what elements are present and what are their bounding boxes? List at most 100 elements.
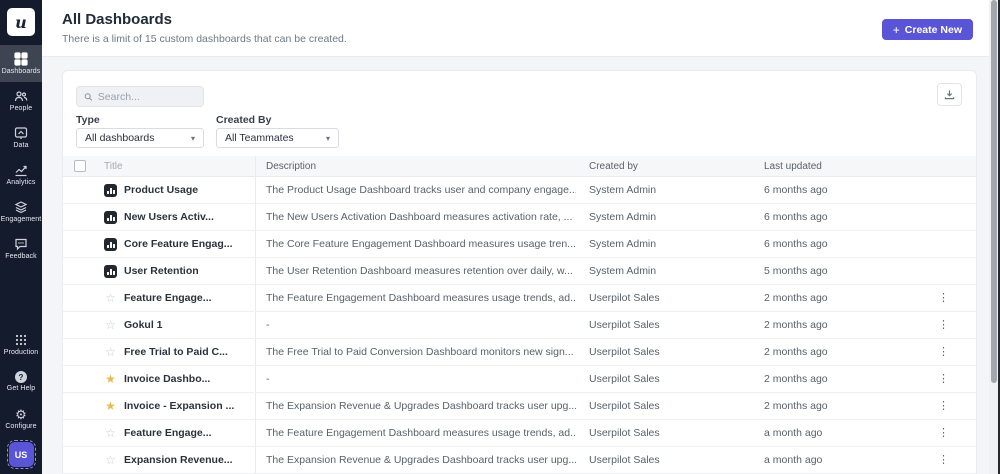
- created-by-value: System Admin: [576, 265, 751, 277]
- row-menu-kebab-icon[interactable]: ⋮: [934, 399, 953, 414]
- last-updated-value: 2 months ago: [751, 373, 926, 385]
- dashboard-description: The Product Usage Dashboard tracks user …: [256, 184, 576, 196]
- dashboard-title[interactable]: New Users Activ...: [124, 211, 214, 223]
- column-header-title: Title: [96, 156, 256, 176]
- dashboard-title[interactable]: Invoice Dashbo...: [124, 373, 210, 385]
- dashboard-title[interactable]: Product Usage: [124, 184, 198, 196]
- search-box[interactable]: [76, 86, 204, 107]
- system-dashboard-icon: [104, 238, 117, 251]
- dashboard-title[interactable]: Expansion Revenue...: [124, 454, 233, 466]
- table-row[interactable]: ☆ ★ Invoice Dashbo... - Userpilot Sales …: [63, 366, 976, 393]
- chevron-down-icon: ▾: [326, 134, 330, 143]
- last-updated-value: 2 months ago: [751, 400, 926, 412]
- sidebar-item-configure[interactable]: ⚙ Configure: [0, 400, 42, 437]
- created-by-value: Userpilot Sales: [576, 400, 751, 412]
- created-by-filter-value: All Teammates: [225, 132, 294, 144]
- table-row[interactable]: ☆ ★ Feature Engage... The Feature Engage…: [63, 420, 976, 447]
- sidebar-item-production[interactable]: Production: [0, 326, 42, 363]
- userpilot-logo[interactable]: u: [7, 8, 35, 36]
- user-avatar[interactable]: US: [9, 442, 34, 467]
- plus-icon: +: [893, 23, 900, 37]
- dashboard-description: The Core Feature Engagement Dashboard me…: [256, 238, 576, 250]
- export-button[interactable]: [937, 83, 962, 106]
- dashboard-description: The Expansion Revenue & Upgrades Dashboa…: [256, 454, 576, 466]
- type-filter-value: All dashboards: [85, 132, 154, 144]
- star-outline-icon[interactable]: ☆: [104, 346, 117, 359]
- last-updated-value: 6 months ago: [751, 211, 926, 223]
- dashboard-description: The Free Trial to Paid Conversion Dashbo…: [256, 346, 576, 358]
- sidebar-item-feedback[interactable]: Feedback: [0, 230, 42, 267]
- analytics-icon: [14, 163, 28, 177]
- dashboard-title[interactable]: User Retention: [124, 265, 199, 277]
- row-menu-kebab-icon[interactable]: ⋮: [934, 372, 953, 387]
- column-header-created-by: Created by: [576, 161, 751, 172]
- created-by-value: Userpilot Sales: [576, 454, 751, 466]
- sidebar-label: Data: [13, 142, 28, 149]
- last-updated-value: 6 months ago: [751, 238, 926, 250]
- row-menu-kebab-icon[interactable]: ⋮: [934, 345, 953, 360]
- created-by-value: Userpilot Sales: [576, 319, 751, 331]
- gear-icon: ⚙: [15, 408, 27, 421]
- dashboard-title[interactable]: Feature Engage...: [124, 427, 212, 439]
- table-row[interactable]: ☆ ★ Core Feature Engag... The Core Featu…: [63, 231, 976, 258]
- sidebar-label: Get Help: [7, 385, 35, 392]
- star-filled-icon[interactable]: ★: [104, 373, 117, 386]
- page-title: All Dashboards: [62, 11, 172, 28]
- select-all-checkbox[interactable]: [74, 160, 86, 172]
- star-filled-icon[interactable]: ★: [104, 400, 117, 413]
- table-row[interactable]: ☆ ★ User Retention The User Retention Da…: [63, 258, 976, 285]
- search-input[interactable]: [98, 91, 196, 103]
- dashboard-title[interactable]: Invoice - Expansion ...: [124, 400, 234, 412]
- dashboards-icon: [14, 52, 28, 66]
- table-row[interactable]: ☆ ★ Free Trial to Paid C... The Free Tri…: [63, 339, 976, 366]
- star-outline-icon[interactable]: ☆: [104, 319, 117, 332]
- table-row[interactable]: ☆ ★ Feature Engage... The Feature Engage…: [63, 285, 976, 312]
- sidebar-label: Analytics: [7, 179, 36, 186]
- sidebar-label: Engagement: [1, 216, 42, 223]
- dashboard-title[interactable]: Free Trial to Paid C...: [124, 346, 228, 358]
- created-by-value: Userpilot Sales: [576, 346, 751, 358]
- dashboard-description: The Expansion Revenue & Upgrades Dashboa…: [256, 400, 576, 412]
- created-by-value: Userpilot Sales: [576, 427, 751, 439]
- data-icon: [14, 126, 28, 140]
- type-filter-select[interactable]: All dashboards ▾: [76, 128, 204, 148]
- sidebar-item-people[interactable]: People: [0, 82, 42, 119]
- download-icon: [944, 89, 955, 100]
- sidebar-item-analytics[interactable]: Analytics: [0, 156, 42, 193]
- star-outline-icon[interactable]: ☆: [104, 292, 117, 305]
- vertical-scrollbar-thumb[interactable]: [991, 0, 997, 383]
- dashboard-description: The Feature Engagement Dashboard measure…: [256, 292, 576, 304]
- sidebar-item-data[interactable]: Data: [0, 119, 42, 156]
- dashboard-title[interactable]: Gokul 1: [124, 319, 163, 331]
- dashboard-title[interactable]: Core Feature Engag...: [124, 238, 233, 250]
- dashboard-description: -: [256, 373, 576, 385]
- created-by-value: System Admin: [576, 238, 751, 250]
- dashboard-title[interactable]: Feature Engage...: [124, 292, 212, 304]
- table-row[interactable]: ☆ ★ Expansion Revenue... The Expansion R…: [63, 447, 976, 474]
- created-by-value: System Admin: [576, 211, 751, 223]
- create-new-button[interactable]: + Create New: [882, 19, 973, 40]
- system-dashboard-icon: [104, 184, 117, 197]
- sidebar: u Dashboards People Data Analytics: [0, 0, 42, 474]
- row-menu-kebab-icon[interactable]: ⋮: [934, 426, 953, 441]
- created-by-filter-select[interactable]: All Teammates ▾: [216, 128, 339, 148]
- star-outline-icon[interactable]: ☆: [104, 454, 117, 467]
- sidebar-item-dashboards[interactable]: Dashboards: [0, 45, 42, 82]
- table-row[interactable]: ☆ ★ New Users Activ... The New Users Act…: [63, 204, 976, 231]
- table-row[interactable]: ☆ ★ Product Usage The Product Usage Dash…: [63, 177, 976, 204]
- engagement-icon: [14, 200, 28, 214]
- sidebar-label: Configure: [5, 423, 36, 430]
- row-menu-kebab-icon[interactable]: ⋮: [934, 291, 953, 306]
- sidebar-item-get-help[interactable]: ? Get Help: [0, 363, 42, 400]
- star-outline-icon[interactable]: ☆: [104, 427, 117, 440]
- table-row[interactable]: ☆ ★ Gokul 1 - Userpilot Sales 2 months a…: [63, 312, 976, 339]
- last-updated-value: a month ago: [751, 454, 926, 466]
- created-by-filter-label: Created By: [216, 114, 271, 126]
- row-menu-kebab-icon[interactable]: ⋮: [934, 318, 953, 333]
- sidebar-label: Production: [4, 349, 38, 356]
- vertical-scrollbar-track[interactable]: [989, 0, 998, 474]
- help-icon: ?: [15, 371, 27, 383]
- sidebar-item-engagement[interactable]: Engagement: [0, 193, 42, 230]
- table-row[interactable]: ☆ ★ Invoice - Expansion ... The Expansio…: [63, 393, 976, 420]
- row-menu-kebab-icon[interactable]: ⋮: [934, 453, 953, 468]
